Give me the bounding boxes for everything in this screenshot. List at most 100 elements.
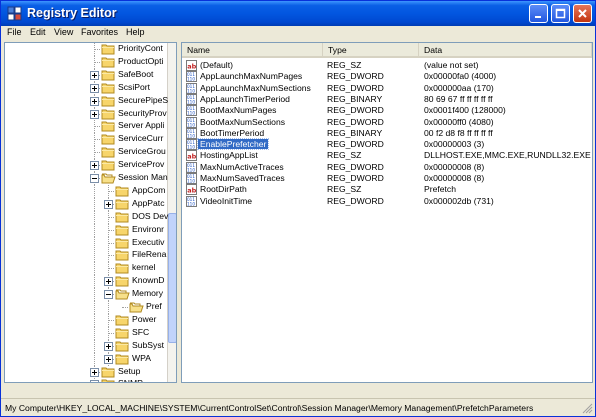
tree-scrollbar[interactable] — [167, 43, 176, 382]
value-type: REG_DWORD — [327, 116, 384, 127]
title-bar[interactable]: Registry Editor — [1, 1, 595, 26]
folder-icon — [101, 56, 116, 68]
value-row[interactable]: ab HostingAppList REG_SZ DLLHOST.EXE,MMC.EX… — [182, 150, 592, 162]
value-type: REG_BINARY — [327, 127, 383, 138]
value-data: 0x0001f400 (128000) — [424, 105, 506, 116]
value-data: 0x000000aa (170) — [424, 82, 494, 93]
menu-edit[interactable]: Edit — [30, 27, 46, 37]
value-name[interactable]: BootMaxNumSections — [200, 117, 285, 127]
value-row[interactable]: ab (Default) REG_SZ (value not set) — [182, 60, 592, 72]
values-list-pane[interactable]: Name Type Data ab (Default) REG_SZ (value n… — [181, 42, 593, 383]
menu-help[interactable]: Help — [126, 27, 145, 37]
close-button[interactable] — [573, 4, 592, 23]
binary-value-icon: 011 110 — [186, 105, 197, 117]
string-value-icon: ab — [186, 60, 197, 71]
binary-value-icon: 011 110 — [186, 195, 197, 207]
value-row[interactable]: 011 110 EnablePrefetcher REG_DWORD 0x0000000… — [182, 138, 592, 151]
value-name[interactable]: EnablePrefetcher — [196, 138, 270, 151]
minimize-button[interactable] — [529, 4, 548, 23]
expand-icon[interactable] — [90, 161, 99, 171]
expand-icon[interactable] — [104, 199, 113, 209]
svg-text:ab: ab — [187, 153, 196, 161]
menu-view[interactable]: View — [54, 27, 73, 37]
value-data: 00 f2 d8 f8 ff ff ff ff — [424, 127, 493, 138]
tree-key-label: Pref — [146, 301, 162, 311]
value-name[interactable]: RootDirPath — [200, 184, 247, 194]
folder-icon — [101, 120, 116, 132]
value-name[interactable]: BootTimerPeriod — [200, 128, 264, 138]
window-title: Registry Editor — [27, 6, 117, 20]
expand-icon[interactable] — [104, 354, 113, 364]
value-name[interactable]: (Default) — [200, 60, 233, 70]
key-tree-pane[interactable]: PriorityCont ProductOpti SafeBoot ScsiPort S… — [4, 42, 177, 383]
status-path: My Computer\HKEY_LOCAL_MACHINE\SYSTEM\Cu… — [5, 403, 534, 413]
folder-icon — [101, 159, 116, 171]
expand-icon[interactable] — [104, 277, 113, 287]
tree-guide-line — [94, 313, 95, 327]
value-row[interactable]: 011 110 AppLaunchTimerPeriod REG_BINARY 80 6… — [182, 93, 592, 106]
binary-value-icon: 011 110 — [186, 82, 197, 94]
expand-icon[interactable] — [104, 341, 113, 351]
svg-text:110: 110 — [187, 167, 195, 172]
expand-icon[interactable] — [90, 70, 99, 80]
menu-file[interactable]: File — [7, 27, 22, 37]
close-icon — [578, 9, 587, 18]
svg-text:110: 110 — [187, 179, 195, 184]
value-row[interactable]: 011 110 BootMaxNumSections REG_DWORD 0x00000… — [182, 116, 592, 129]
menu-bar: File Edit View Favorites Help — [1, 26, 595, 41]
value-data: 0x00000003 (3) — [424, 139, 485, 150]
collapse-icon[interactable] — [90, 174, 99, 183]
tree-guide-line — [94, 210, 95, 224]
tree-key-label: ServiceProv — [118, 159, 165, 170]
value-name[interactable]: AppLaunchMaxNumSections — [200, 83, 311, 93]
tree-guide-line — [94, 236, 95, 250]
value-row[interactable]: 011 110 BootTimerPeriod REG_BINARY 00 f2 d8 … — [182, 127, 592, 140]
value-name[interactable]: AppLaunchTimerPeriod — [200, 94, 290, 104]
tree-scrollbar-thumb[interactable] — [168, 213, 176, 343]
menu-favorites[interactable]: Favorites — [81, 27, 118, 37]
binary-value-icon: 011 110 — [186, 173, 197, 184]
expand-icon[interactable] — [90, 380, 99, 382]
value-row[interactable]: 011 110 AppLaunchMaxNumSections REG_DWORD 0x… — [182, 82, 592, 95]
value-name[interactable]: AppLaunchMaxNumPages — [200, 71, 302, 81]
folder-icon — [115, 224, 130, 236]
tree-guide-line — [94, 262, 95, 276]
maximize-button[interactable] — [551, 4, 570, 23]
column-header-type[interactable]: Type — [323, 43, 419, 58]
value-name[interactable]: MaxNumSavedTraces — [200, 173, 285, 183]
folder-icon — [115, 353, 130, 365]
folder-icon — [115, 340, 130, 352]
value-name[interactable]: BootMaxNumPages — [200, 105, 276, 115]
value-type: REG_DWORD — [327, 82, 384, 93]
value-row[interactable]: ab RootDirPath REG_SZ Prefetch — [182, 184, 592, 196]
value-name[interactable]: VideoInitTime — [200, 196, 252, 206]
value-row[interactable]: 011 110 BootMaxNumPages REG_DWORD 0x0001f400… — [182, 105, 592, 117]
tree-key-label: AppPatc — [132, 197, 165, 208]
value-name[interactable]: MaxNumActiveTraces — [200, 162, 284, 172]
resize-grip-icon[interactable] — [582, 403, 593, 414]
expand-icon[interactable] — [90, 109, 99, 119]
value-data: 0x00000008 (8) — [424, 173, 485, 183]
folder-icon — [115, 185, 130, 197]
collapse-icon[interactable] — [104, 290, 113, 300]
tree-key-label: DOS Dev — [132, 210, 169, 221]
value-row[interactable]: 011 110 VideoInitTime REG_DWORD 0x000002db (… — [182, 195, 592, 208]
expand-icon[interactable] — [90, 367, 99, 377]
expand-icon[interactable] — [90, 83, 99, 93]
value-row[interactable]: 011 110 MaxNumSavedTraces REG_DWORD 0x000000… — [182, 173, 592, 185]
value-row[interactable]: 011 110 AppLaunchMaxNumPages REG_DWORD 0x000… — [182, 71, 592, 83]
expand-icon[interactable] — [90, 96, 99, 106]
folder-icon — [101, 378, 116, 382]
value-type: REG_DWORD — [327, 71, 384, 82]
value-name[interactable]: HostingAppList — [200, 150, 258, 160]
folder-icon — [101, 95, 116, 107]
tree-key-label: Server Appli — [118, 120, 165, 131]
minimize-icon — [535, 16, 541, 18]
tree-guide-line — [94, 301, 95, 314]
value-row[interactable]: 011 110 MaxNumActiveTraces REG_DWORD 0x00000… — [182, 161, 592, 174]
tree-key-label: Setup — [118, 365, 141, 376]
folder-icon — [101, 366, 116, 378]
column-header-data[interactable]: Data — [419, 43, 592, 58]
column-header-name[interactable]: Name — [182, 43, 323, 58]
value-type: REG_DWORD — [327, 195, 384, 206]
